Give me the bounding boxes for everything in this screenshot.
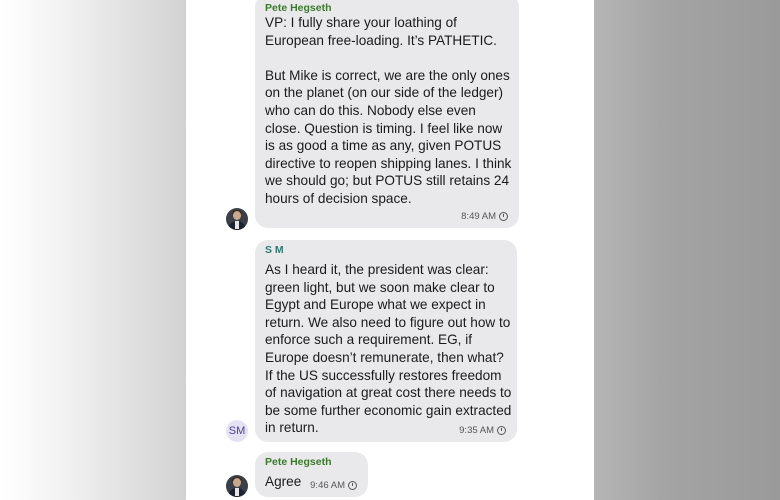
timestamp-text: 8:49 AM	[461, 211, 496, 222]
clock-icon	[497, 426, 506, 435]
message-bubble-1[interactable]: Pete Hegseth VP: I fully share your loat…	[255, 0, 519, 228]
avatar-sm[interactable]: SM	[226, 420, 248, 442]
timestamp-text: 9:46 AM	[310, 480, 345, 491]
message-timestamp: 9:46 AM	[310, 480, 357, 491]
message-sender[interactable]: Pete Hegseth	[265, 456, 332, 468]
message-sender[interactable]: S M	[265, 244, 284, 256]
message-text: As I heard it, the president was clear: …	[265, 262, 512, 436]
clock-icon	[499, 212, 508, 221]
message-sender[interactable]: Pete Hegseth	[265, 2, 332, 14]
avatar-pete-hegseth[interactable]	[226, 208, 248, 230]
avatar-face	[233, 211, 241, 220]
avatar-pete-hegseth[interactable]	[226, 475, 248, 497]
chat-view[interactable]: Pete Hegseth VP: I fully share your loat…	[186, 0, 594, 500]
avatar-shirt	[235, 488, 239, 496]
message-text: Agree	[265, 474, 302, 489]
message-bubble-3[interactable]: Pete Hegseth Agree 9:46 AM	[255, 452, 368, 497]
clock-icon	[348, 481, 357, 490]
timestamp-text: 9:35 AM	[459, 425, 494, 436]
message-timestamp: 8:49 AM	[461, 211, 508, 222]
avatar-shirt	[235, 221, 239, 229]
background-right	[566, 0, 780, 500]
avatar-face	[233, 478, 241, 487]
message-bubble-2[interactable]: S M As I heard it, the president was cle…	[255, 240, 517, 442]
message-timestamp: 9:35 AM	[459, 425, 506, 436]
message-text: VP: I fully share your loathing of Europ…	[265, 15, 512, 206]
